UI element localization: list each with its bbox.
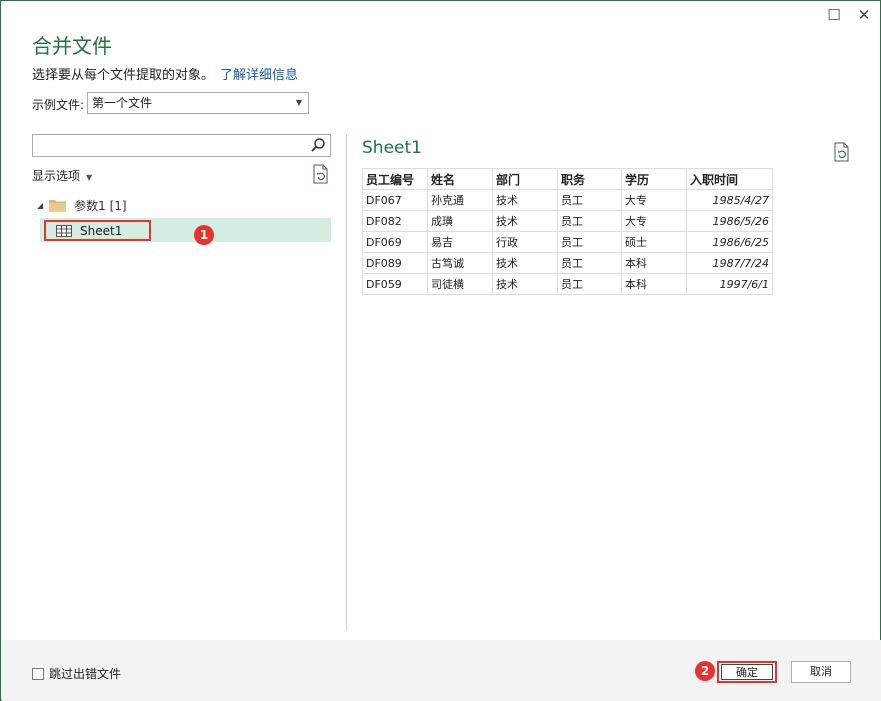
table-cell: DF082 (362, 210, 428, 232)
tree-folder-param[interactable]: ◢ 参数1 [1] (37, 197, 127, 214)
dialog-subtitle: 选择要从每个文件提取的对象。 了解详细信息 (32, 64, 298, 83)
table-cell: DF067 (362, 189, 428, 211)
checkbox-box[interactable] (32, 667, 44, 680)
ok-button-label: 确定 (721, 664, 773, 680)
table-cell: 员工 (557, 231, 622, 253)
table-row: DF059 司徒横 技术 员工 本科 1997/6/1 (362, 273, 773, 295)
table-row: DF082 成璜 技术 员工 大专 1986/5/26 (362, 210, 773, 232)
column-header: 学历 (621, 168, 687, 190)
search-icon[interactable] (310, 137, 326, 153)
subtitle-text: 选择要从每个文件提取的对象。 (32, 68, 215, 83)
table-row: DF067 孙克通 技术 员工 大专 1985/4/27 (362, 189, 773, 211)
table-cell: 技术 (492, 252, 558, 274)
column-header: 部门 (492, 168, 558, 190)
table-cell: 易吉 (427, 231, 493, 253)
table-header-row: 员工编号 姓名 部门 职务 学历 入职时间 (362, 168, 773, 190)
table-row: DF069 易吉 行政 员工 硕士 1986/6/25 (362, 231, 773, 253)
column-header: 入职时间 (686, 168, 773, 190)
tree-sheet-label: Sheet1 (80, 223, 123, 238)
display-options-dropdown[interactable]: 显示选项 ▼ (32, 167, 92, 184)
table-cell: 成璜 (427, 210, 493, 232)
table-cell: 司徒横 (427, 273, 493, 295)
panel-divider[interactable] (346, 134, 347, 631)
table-cell: 员工 (557, 273, 622, 295)
search-input[interactable] (32, 134, 331, 157)
preview-title: Sheet1 (362, 138, 422, 158)
table-cell: 技术 (492, 210, 558, 232)
dialog-title: 合并文件 (32, 34, 112, 58)
combine-files-dialog: ☐ ✕ 合并文件 选择要从每个文件提取的对象。 了解详细信息 示例文件: 第一个文… (0, 0, 881, 701)
table-cell: 古笃诚 (427, 252, 493, 274)
table-cell: 大专 (621, 210, 687, 232)
refresh-icon[interactable] (312, 164, 330, 184)
table-cell: 1987/7/24 (686, 252, 773, 274)
display-options-label: 显示选项 (32, 169, 81, 183)
table-cell: 本科 (621, 252, 687, 274)
table-cell: 1997/6/1 (686, 273, 773, 295)
learn-more-link[interactable]: 了解详细信息 (220, 68, 298, 83)
table-cell: 1985/4/27 (686, 189, 773, 211)
column-header: 姓名 (427, 168, 493, 190)
table-icon (56, 224, 72, 237)
table-cell: 硕士 (621, 231, 687, 253)
table-cell: 1986/6/25 (686, 231, 773, 253)
table-row: DF089 古笃诚 技术 员工 本科 1987/7/24 (362, 252, 773, 274)
column-header: 员工编号 (362, 168, 428, 190)
preview-table: 员工编号 姓名 部门 职务 学历 入职时间 DF067 孙克通 技术 员工 大专… (362, 168, 773, 295)
refresh-preview-icon[interactable] (833, 142, 851, 162)
table-cell: 行政 (492, 231, 558, 253)
table-cell: 员工 (557, 189, 622, 211)
cancel-button[interactable]: 取消 (791, 661, 851, 683)
sample-file-label: 示例文件: (32, 98, 85, 112)
table-cell: 孙克通 (427, 189, 493, 211)
table-cell: DF069 (362, 231, 428, 253)
expand-triangle-icon[interactable]: ◢ (37, 201, 43, 210)
table-cell: 员工 (557, 210, 622, 232)
tree-item-sheet1[interactable]: Sheet1 (44, 220, 151, 241)
table-cell: 技术 (492, 189, 558, 211)
close-icon[interactable]: ✕ (853, 5, 875, 25)
table-cell: 1986/5/26 (686, 210, 773, 232)
ok-button[interactable]: 确定 (717, 661, 777, 683)
table-cell: DF089 (362, 252, 428, 274)
table-cell: 技术 (492, 273, 558, 295)
step-badge-1: 1 (194, 225, 214, 245)
chevron-down-icon: ▼ (295, 98, 302, 107)
caret-down-icon: ▼ (86, 173, 93, 182)
column-header: 职务 (557, 168, 622, 190)
sample-file-select[interactable]: 第一个文件 ▼ (87, 92, 309, 114)
skip-errors-checkbox[interactable]: 跳过出错文件 (32, 665, 121, 682)
table-cell: 本科 (621, 273, 687, 295)
table-cell: 大专 (621, 189, 687, 211)
skip-errors-label: 跳过出错文件 (49, 667, 122, 681)
sample-file-value: 第一个文件 (92, 96, 153, 110)
table-cell: 员工 (557, 252, 622, 274)
table-cell: DF059 (362, 273, 428, 295)
tree-folder-label: 参数1 [1] (74, 199, 127, 213)
maximize-icon[interactable]: ☐ (823, 5, 845, 25)
step-badge-2: 2 (695, 661, 715, 681)
folder-icon (49, 200, 67, 212)
